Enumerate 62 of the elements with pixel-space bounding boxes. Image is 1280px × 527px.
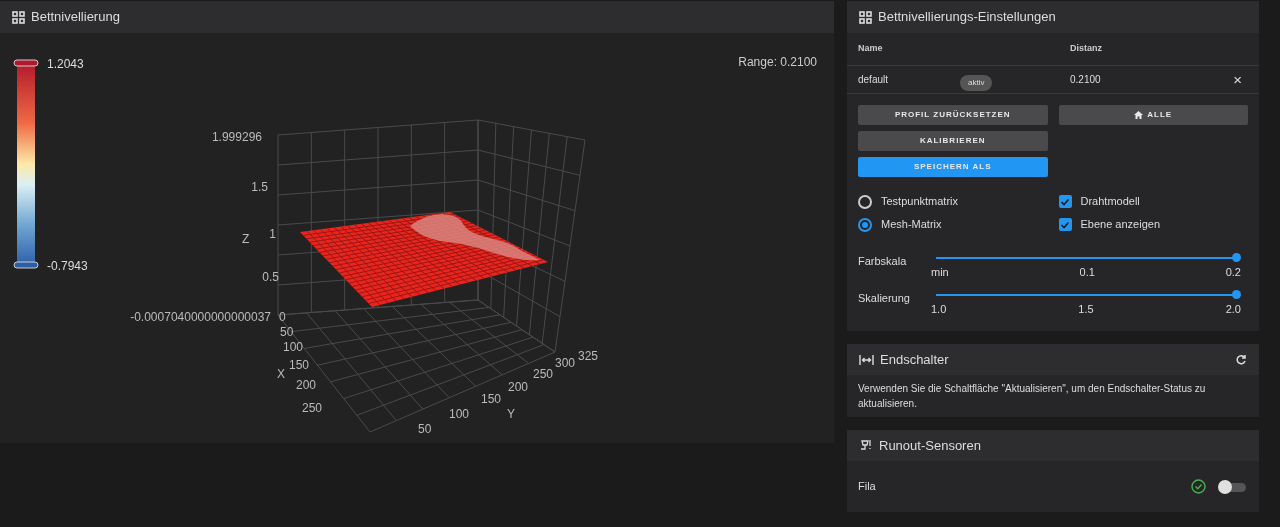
grid-icon — [12, 10, 25, 24]
checkbox-option[interactable]: Drahtmodell — [1058, 190, 1248, 213]
action-button[interactable]: PROFIL ZURÜCKSETZEN — [858, 105, 1048, 125]
checkmark-icon — [1060, 219, 1070, 230]
checkbox-option[interactable]: Ebene anzeigen — [1058, 213, 1248, 236]
profile-name: default — [858, 73, 890, 87]
panel-title: Runout-Sensoren — [879, 436, 981, 455]
colorbar-max: 1.2043 — [47, 56, 84, 73]
y-tick-label: 150 — [481, 391, 502, 408]
active-badge: aktiv — [960, 74, 993, 91]
range-label: Range: 0.2100 — [738, 54, 817, 71]
x-tick-label: 200 — [296, 377, 317, 394]
slider-label: Farbskala — [858, 254, 908, 269]
sensor-name: Fila — [858, 479, 877, 495]
slider-thumb[interactable] — [1232, 253, 1241, 262]
panel-title: Endschalter — [880, 350, 950, 369]
column-header: Distanz — [1070, 42, 1102, 56]
sensor-icon — [859, 438, 874, 453]
z-tick-label: -0.0007040000000000037 — [130, 309, 271, 326]
slider-tick-label: 0.2 — [1225, 265, 1241, 280]
z-tick-label: 1 — [269, 226, 276, 243]
panel-title: Bettnivellierung — [31, 8, 120, 27]
z-tick-label: 1.999296 — [211, 129, 262, 146]
slider-label: Skalierung — [858, 290, 911, 306]
toggle-switch[interactable] — [1218, 479, 1246, 494]
y-tick-label: 200 — [508, 379, 529, 396]
y-tick-label: 50 — [418, 421, 432, 438]
slider-tick-label: 1.5 — [1078, 301, 1094, 317]
slider-tick-label: min — [931, 265, 949, 280]
y-tick-label: 100 — [449, 406, 470, 423]
y-tick-label: 250 — [533, 366, 554, 383]
checkmark-icon — [1060, 196, 1070, 207]
radio-option[interactable]: Mesh-Matrix — [858, 213, 1048, 236]
home-icon — [1134, 111, 1144, 119]
refresh-icon[interactable] — [1235, 353, 1247, 366]
radio-option[interactable]: Testpunktmatrix — [858, 190, 1048, 213]
x-tick-label: 0 — [279, 309, 286, 326]
grid-icon — [859, 10, 872, 24]
x-tick-label: 50 — [280, 324, 294, 341]
y-axis-label: Y — [507, 406, 515, 423]
action-button[interactable]: KALIBRIEREN — [858, 131, 1048, 151]
colorbar-min: -0.7943 — [47, 258, 88, 275]
slider-tick-label: 1.0 — [931, 301, 947, 317]
y-tick-label: 300 — [555, 355, 576, 372]
z-axis-label: Z — [242, 231, 250, 248]
slider-thumb[interactable] — [1232, 289, 1241, 299]
x-tick-label: 250 — [302, 400, 323, 417]
remove-profile-button[interactable]: × — [1233, 72, 1242, 87]
arrows-between-bars-icon — [859, 353, 874, 366]
z-tick-label: 1.5 — [251, 179, 268, 196]
z-tick-label: 0.5 — [262, 269, 279, 286]
profile-distance: 0.2100 — [1070, 73, 1102, 87]
column-header: Name — [858, 42, 884, 56]
y-tick-label: 325 — [578, 348, 599, 365]
slider-tick-label: 0.1 — [1079, 265, 1095, 280]
action-button[interactable]: ALLE — [1058, 105, 1248, 125]
x-axis-label: X — [277, 366, 285, 383]
slider-tick-label: 2.0 — [1225, 301, 1241, 317]
x-tick-label: 150 — [289, 357, 310, 374]
endstop-message: Verwenden Sie die Schaltfläche "Aktualisieren", um den Endschalter-Status zu aktualisieren. — [857, 382, 1207, 411]
panel-title: Bettnivellierungs-Einstellungen — [878, 8, 1056, 27]
x-tick-label: 100 — [283, 339, 304, 356]
